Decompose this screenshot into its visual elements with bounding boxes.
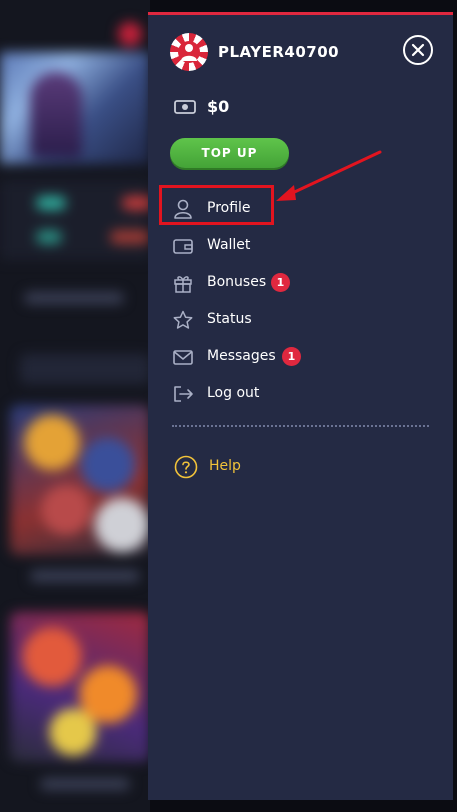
close-icon [411,43,425,57]
background-caption [40,778,130,790]
menu-header: PLAYER40700 [170,33,453,73]
background-search [20,354,150,384]
background-banner-figure [30,72,82,158]
user-silhouette-icon [181,44,197,61]
help-icon [174,455,198,479]
menu-divider [172,425,429,427]
annotation-arrow-icon [276,150,382,201]
background-text [24,292,124,304]
logout-icon [174,386,193,402]
balance-amount: $0 [207,97,230,116]
menu-item-label: Status [207,311,252,327]
close-button[interactable] [403,35,433,65]
menu-item-label: Bonuses [207,274,267,290]
menu-item-label: Wallet [207,237,251,253]
background-game-tile [10,405,150,555]
background-blur [0,0,150,812]
menu-item-label: Profile [207,200,251,216]
user-icon [174,199,192,219]
messages-badge: 1 [282,347,301,366]
wallet-icon [173,239,193,254]
envelope-icon [173,350,193,365]
username: PLAYER40700 [218,43,340,61]
background-game-tile [10,612,150,762]
gift-icon [174,276,192,293]
background-red-blob [118,22,142,46]
background-caption [30,570,140,582]
menu-item-label: Messages [207,348,276,364]
cash-icon [174,100,196,114]
help-label: Help [209,458,241,474]
background-app [0,0,150,812]
star-icon [173,310,193,329]
background-pill-row [0,180,150,260]
bonuses-badge: 1 [271,273,290,292]
menu-item-label: Log out [207,385,260,401]
avatar [170,33,208,71]
side-menu: PLAYER40700 $0 TOP UP Profile Wallet Bon… [148,12,453,800]
